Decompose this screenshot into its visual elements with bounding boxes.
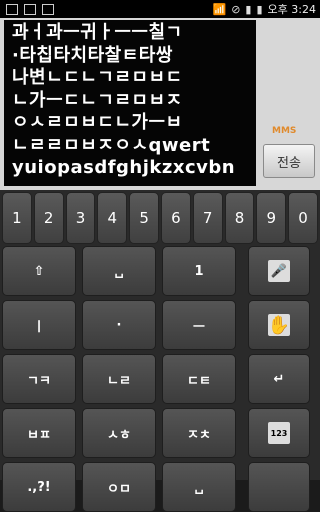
key-siot[interactable]: ㅅㅎ (82, 408, 156, 458)
key-bieup[interactable]: ㅂㅍ (2, 408, 76, 458)
key-ieung[interactable]: ㅇㅁ (82, 462, 156, 512)
backspace-key[interactable] (248, 462, 310, 512)
hand-icon: ✋ (267, 314, 291, 336)
clock: 오후 3:24 (267, 3, 316, 16)
key-1[interactable]: 1 (2, 192, 32, 244)
compose-area: 과ㅓ과ㅡ귀ㅏㅡㅡ칠ㄱ ·타칩타치타찰ㅌ타쌍 나변ㄴㄷㄴㄱㄹㅁㅂㄷ ㄴ가ㅡㄷㄴㄱㄹ… (0, 18, 320, 190)
keyboard-row-5: .,?! ㅇㅁ ␣ (0, 462, 320, 512)
key-7[interactable]: 7 (192, 192, 223, 244)
numeric-icon: 123 (268, 422, 290, 444)
keyboard-row-2: ㅣ · ㅡ ✋ (0, 300, 320, 350)
numeric-mode-key[interactable]: 123 (248, 408, 310, 458)
notification-icon (6, 3, 18, 15)
space-key[interactable]: ␣ (82, 246, 156, 296)
message-line: ·타칩타치타찰ㅌ타쌍 (12, 44, 173, 66)
key-8[interactable]: 8 (224, 192, 255, 244)
mic-icon: 🎤 (268, 260, 290, 282)
key-4[interactable]: 4 (97, 192, 128, 244)
message-line: ㅇㅅㄹㅁㅂㄷㄴ가ㅡㅂ (12, 112, 183, 133)
send-button[interactable]: 전송 (263, 144, 315, 178)
key-6[interactable]: 6 (160, 192, 191, 244)
battery-icon: ▮ (256, 2, 263, 16)
message-line: ㄴ가ㅡㄷㄴㄱㄹㅁㅂㅈ (12, 89, 183, 111)
enter-key[interactable]: ↵ (248, 354, 310, 404)
keyboard-row-4: ㅂㅍ ㅅㅎ ㅈㅊ 123 (0, 408, 320, 458)
vowel-eu-key[interactable]: ㅡ (162, 300, 236, 350)
keyboard-row-3: ㄱㅋ ㄴㄹ ㄷㅌ ↵ (0, 354, 320, 404)
message-input[interactable]: 과ㅓ과ㅡ귀ㅏㅡㅡ칠ㄱ ·타칩타치타찰ㅌ타쌍 나변ㄴㄷㄴㄱㄹㅁㅂㄷ ㄴ가ㅡㄷㄴㄱㄹ… (4, 20, 256, 186)
punctuation-key[interactable]: .,?! (2, 462, 76, 512)
message-line: yuiopasdfghjkzxcvbn (12, 157, 236, 178)
keyboard: 1 2 3 4 5 6 7 8 9 0 ⇧ ␣ 1 🎤 ㅣ · ㅡ ✋ ㄱㅋ ㄴ… (0, 190, 320, 512)
signal-icon: ▮ (245, 2, 252, 16)
wifi-icon: 📶 (212, 2, 227, 16)
key-digeut[interactable]: ㄷㅌ (162, 354, 236, 404)
status-bar: 📶 ⊘ ▮ ▮ 오후 3:24 (0, 0, 320, 18)
shift-key[interactable]: ⇧ (2, 246, 76, 296)
mute-icon: ⊘ (231, 2, 241, 16)
key-1-symbol[interactable]: 1 (162, 246, 236, 296)
number-row: 1 2 3 4 5 6 7 8 9 0 (0, 192, 320, 246)
gallery-icon (42, 3, 54, 15)
key-3[interactable]: 3 (65, 192, 96, 244)
notification-icon (24, 3, 36, 15)
vowel-dot-key[interactable]: · (82, 300, 156, 350)
key-5[interactable]: 5 (129, 192, 159, 244)
vowel-i-key[interactable]: ㅣ (2, 300, 76, 350)
key-jieut[interactable]: ㅈㅊ (162, 408, 236, 458)
mms-label: MMS (272, 126, 297, 136)
message-line: ㄴㄹㄹㅁㅂㅈㅇㅅqwert (12, 134, 211, 156)
message-line: 나변ㄴㄷㄴㄱㄹㅁㅂㄷ (12, 67, 183, 88)
keyboard-row-1: ⇧ ␣ 1 🎤 (0, 246, 320, 296)
handwriting-key[interactable]: ✋ (248, 300, 310, 350)
space-key[interactable]: ␣ (162, 462, 236, 512)
message-line: 과ㅓ과ㅡ귀ㅏㅡㅡ칠ㄱ (12, 22, 183, 43)
key-0[interactable]: 0 (288, 192, 318, 244)
key-2[interactable]: 2 (33, 192, 64, 244)
key-9[interactable]: 9 (256, 192, 287, 244)
key-giyeok[interactable]: ㄱㅋ (2, 354, 76, 404)
mic-key[interactable]: 🎤 (248, 246, 310, 296)
key-nieun[interactable]: ㄴㄹ (82, 354, 156, 404)
